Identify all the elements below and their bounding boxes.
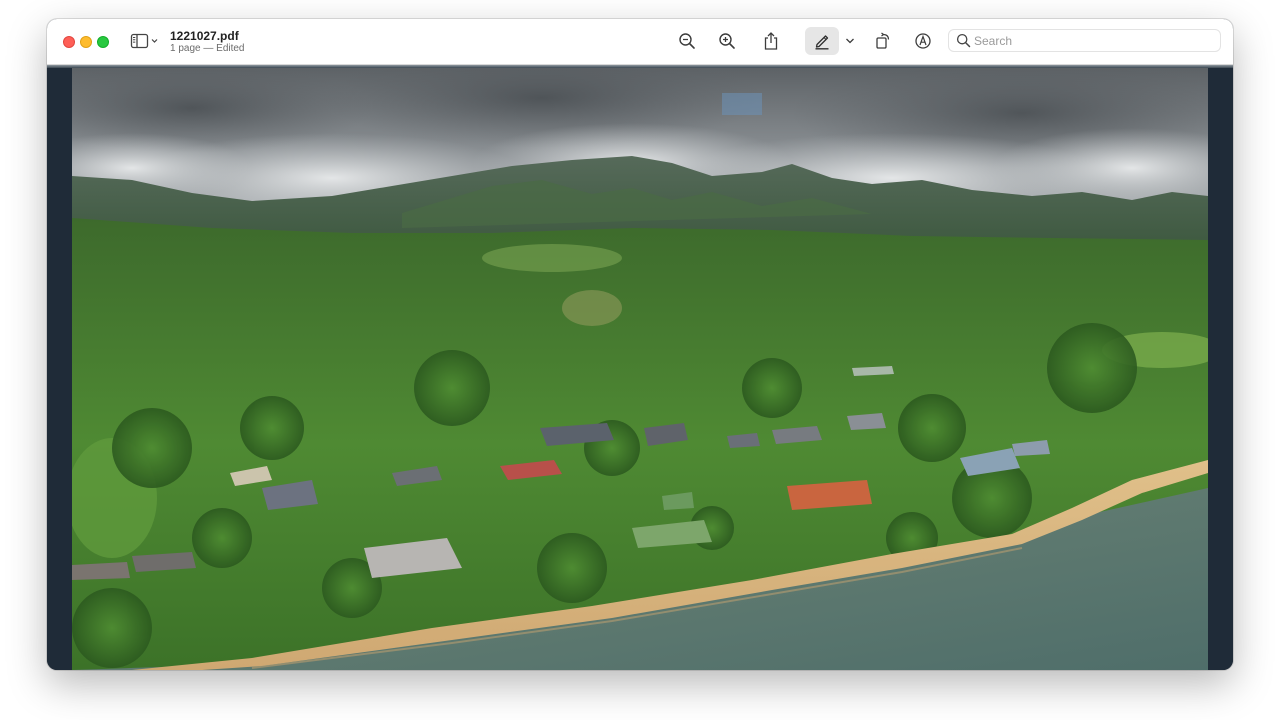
zoom-in-icon (719, 33, 735, 49)
share-icon (764, 32, 778, 50)
sidebar-icon (130, 33, 158, 49)
search-icon (956, 33, 971, 48)
search-field[interactable] (948, 29, 1221, 52)
document-status: 1 page — Edited (170, 43, 245, 54)
markup-button[interactable] (805, 27, 839, 55)
zoom-in-button[interactable] (713, 27, 741, 55)
annotate-button[interactable] (909, 27, 937, 55)
document-viewer[interactable] (47, 65, 1233, 670)
close-window-button[interactable] (63, 36, 75, 48)
sidebar-toggle-button[interactable] (127, 27, 161, 55)
minimize-window-button[interactable] (80, 36, 92, 48)
zoom-out-icon (679, 33, 695, 49)
rotate-icon (876, 32, 890, 49)
toolbar: 1221027.pdf 1 page — Edited (47, 19, 1233, 65)
annotate-icon (915, 33, 931, 49)
zoom-window-button[interactable] (97, 36, 109, 48)
aerial-photo (72, 68, 1208, 670)
markup-menu-button[interactable] (843, 27, 857, 55)
zoom-out-button[interactable] (673, 27, 701, 55)
chevron-down-icon (846, 38, 854, 44)
rotate-button[interactable] (869, 27, 897, 55)
share-button[interactable] (757, 27, 785, 55)
chevron-down-icon (151, 39, 158, 43)
pen-icon (815, 35, 829, 50)
document-title: 1221027.pdf (170, 29, 239, 43)
search-input[interactable] (974, 32, 1214, 49)
pdf-page[interactable] (72, 68, 1208, 670)
preview-window: 1221027.pdf 1 page — Edited (47, 19, 1233, 670)
